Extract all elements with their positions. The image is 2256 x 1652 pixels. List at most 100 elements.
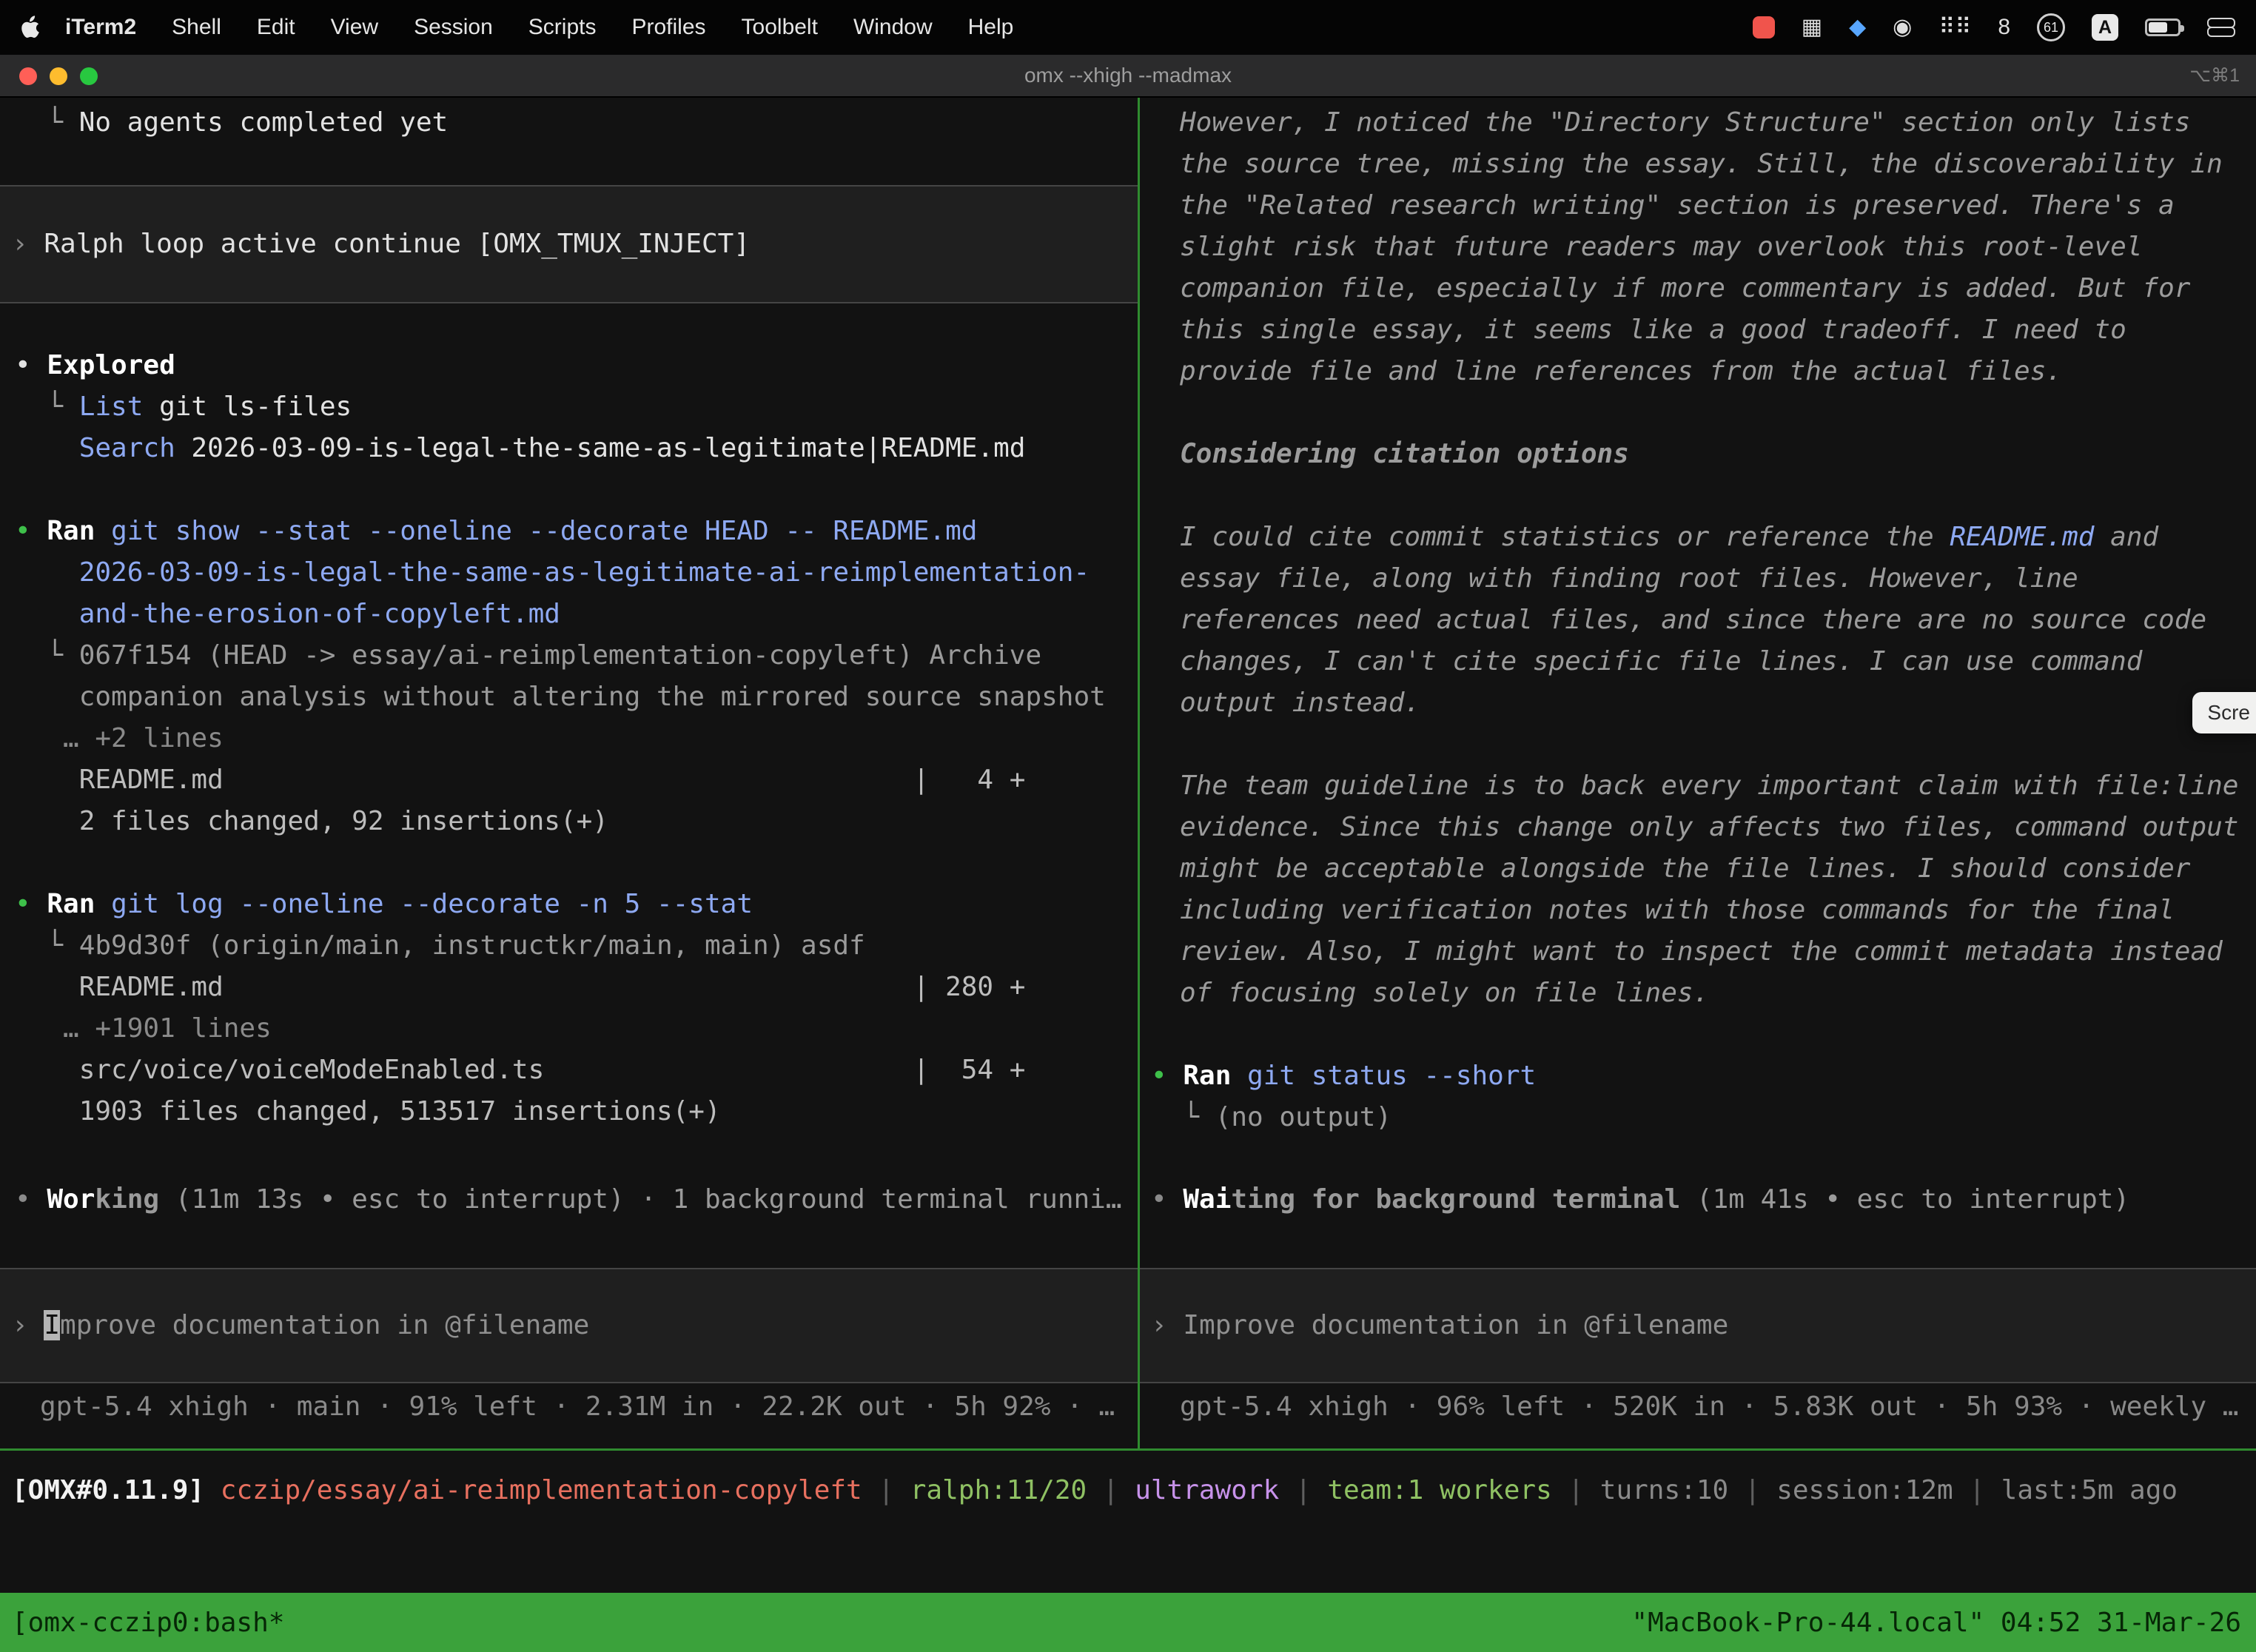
bullet: • [15, 516, 47, 546]
ran-verb: Ran [1183, 1061, 1231, 1091]
readme-link[interactable]: README.md [1950, 522, 2094, 552]
screen-record-icon[interactable] [1753, 16, 1775, 38]
tool-args: 2026-03-09-is-legal-the-same-as-legitima… [175, 433, 1026, 463]
blue-app-icon[interactable]: ◆ [1849, 16, 1866, 38]
menu-item-view[interactable]: View [313, 15, 396, 40]
control-center-icon[interactable] [2207, 18, 2235, 37]
explored-search-line: Search 2026-03-09-is-legal-the-same-as-l… [0, 428, 1138, 469]
window-title-bar[interactable]: omx --xhigh --madmax ⌥⌘1 [0, 55, 2256, 98]
thinking-line: changes, I can't cite specific file line… [1140, 641, 2256, 682]
status-separator-line [0, 1448, 2256, 1451]
thinking-line: slight risk that future readers may over… [1140, 226, 2256, 268]
ran-git-status-header: • Ran git status --short [1140, 1055, 2256, 1097]
bullet: • [15, 350, 47, 380]
window-shortcut-hint: ⌥⌘1 [2189, 64, 2240, 87]
ralph-loop-banner: › Ralph loop active continue [OMX_TMUX_I… [0, 185, 1138, 303]
command-output-line: companion analysis without altering the … [0, 676, 1138, 718]
thinking-line: The team guideline is to back every impo… [1140, 765, 2256, 807]
omx-branch-path: cczip/essay/ai-reimplementation-copyleft [221, 1475, 862, 1505]
working-status-line: • Working (11m 13s • esc to interrupt) ·… [0, 1179, 1138, 1220]
thinking-line: I could cite commit statistics or refere… [1140, 517, 2256, 558]
spinner-word: king [95, 1184, 159, 1215]
command-wrap-line: and-the-erosion-of-copyleft.md [0, 594, 1138, 635]
right-terminal-pane[interactable]: However, I noticed the "Directory Struct… [1140, 98, 2256, 1448]
menu-item-shell[interactable]: Shell [154, 15, 239, 40]
ran-verb: Ran [47, 516, 95, 546]
menu-item-app[interactable]: iTerm2 [47, 15, 154, 40]
spinner-word-bright: Wor [47, 1184, 95, 1215]
menu-item-window[interactable]: Window [836, 15, 950, 40]
diffstat-line: README.md | 4 + [0, 759, 1138, 801]
terminal: └ No agents completed yet › Ralph loop a… [0, 98, 2256, 1652]
omx-last-activity: last:5m ago [2001, 1475, 2178, 1505]
banner-text: Ralph loop active continue [OMX_TMUX_INJ… [44, 229, 750, 259]
close-button[interactable] [19, 67, 37, 85]
ran-git-log-header: • Ran git log --oneline --decorate -n 5 … [0, 884, 1138, 925]
thinking-line: However, I noticed the "Directory Struct… [1140, 102, 2256, 144]
tool-args: git ls-files [143, 392, 352, 422]
explored-title: Explored [47, 350, 175, 380]
zoom-button[interactable] [80, 67, 98, 85]
working-detail: (11m 13s • esc to interrupt) · 1 backgro… [159, 1184, 1121, 1215]
thinking-line: the source tree, missing the essay. Stil… [1140, 144, 2256, 185]
menu-item-scripts[interactable]: Scripts [511, 15, 614, 40]
bullet: • [15, 1184, 47, 1215]
command-text: git log --oneline --decorate -n 5 --stat [95, 889, 753, 919]
omx-turns: turns:10 [1600, 1475, 1728, 1505]
menu-bar: iTerm2 Shell Edit View Session Scripts P… [0, 0, 2256, 55]
agents-summary-text: No agents completed yet [79, 107, 449, 138]
thinking-line: references need actual files, and since … [1140, 600, 2256, 641]
command-output-line: └ 4b9d30f (origin/main, instructkr/main,… [0, 925, 1138, 967]
bullet: • [1151, 1184, 1183, 1215]
input-prompt: › [1151, 1310, 1183, 1340]
menu-item-help[interactable]: Help [950, 15, 1032, 40]
tool-verb-list: List [79, 392, 144, 422]
diffstat-line: src/voice/voiceModeEnabled.ts | 54 + [0, 1050, 1138, 1091]
left-terminal-pane[interactable]: └ No agents completed yet › Ralph loop a… [0, 98, 1138, 1448]
diffstat-line: README.md | 280 + [0, 967, 1138, 1008]
grid-icon[interactable]: ▦ [1802, 16, 1822, 38]
thinking-line: essay file, along with finding root file… [1140, 558, 2256, 600]
percent-badge-icon[interactable]: 61 [2037, 13, 2065, 41]
prompt-input-left[interactable]: › Improve documentation in @filename [0, 1268, 1138, 1383]
thinking-line: of focusing solely on file lines. [1140, 973, 2256, 1014]
battery-icon[interactable] [2145, 19, 2181, 36]
thinking-line: this single essay, it seems like a good … [1140, 309, 2256, 351]
thinking-line: including verification notes with those … [1140, 890, 2256, 931]
screen-capture-tooltip[interactable]: Scre [2192, 692, 2256, 733]
thinking-line: might be acceptable alongside the file l… [1140, 848, 2256, 890]
waiting-detail: (1m 41s • esc to interrupt) [1680, 1184, 2129, 1215]
menu-item-toolbelt[interactable]: Toolbelt [724, 15, 836, 40]
menu-item-edit[interactable]: Edit [239, 15, 313, 40]
menu-item-profiles[interactable]: Profiles [614, 15, 723, 40]
diffstat-summary-line: 1903 files changed, 513517 insertions(+) [0, 1091, 1138, 1132]
command-wrap-line: 2026-03-09-is-legal-the-same-as-legitima… [0, 552, 1138, 594]
apple-menu-icon[interactable] [21, 16, 40, 39]
command-text: git show --stat --oneline --decorate HEA… [95, 516, 977, 546]
minimize-button[interactable] [50, 67, 67, 85]
thinking-line: provide file and line references from th… [1140, 351, 2256, 392]
input-source-badge[interactable]: A [2092, 14, 2118, 41]
keystroke-count-icon[interactable]: 8 [1998, 16, 2010, 38]
diffstat-summary-line: 2 files changed, 92 insertions(+) [0, 801, 1138, 842]
dark-app-icon[interactable]: ◉ [1893, 16, 1912, 38]
tmux-panes: └ No agents completed yet › Ralph loop a… [0, 98, 2256, 1448]
input-text[interactable]: Improve documentation in @filename [1183, 1310, 1728, 1340]
model-status-line: gpt-5.4 xhigh · 96% left · 520K in · 5.8… [1140, 1386, 2256, 1428]
omx-team: team:1 workers [1327, 1475, 1551, 1505]
tmux-host-clock: "MacBook-Pro-44.local" 04:52 31-Mar-26 [1631, 1608, 2241, 1638]
prompt-input-right[interactable]: › Improve documentation in @filename [1140, 1268, 2256, 1383]
omx-mode: ultrawork [1135, 1475, 1279, 1505]
agents-summary-line: └ No agents completed yet [0, 102, 1138, 144]
spinner-word: ting for background terminal [1231, 1184, 1680, 1215]
desktop: iTerm2 Shell Edit View Session Scripts P… [0, 0, 2256, 1652]
waiting-status-line: • Waiting for background terminal (1m 41… [1140, 1179, 2256, 1220]
ran-verb: Ran [47, 889, 95, 919]
thinking-line: evidence. Since this change only affects… [1140, 807, 2256, 848]
dots-grid-icon[interactable]: ⠿⠿ [1938, 16, 1971, 38]
input-text[interactable]: mprove documentation in @filename [60, 1310, 589, 1340]
ran-git-show-header: • Ran git show --stat --oneline --decora… [0, 511, 1138, 552]
explored-list-line: └ List git ls-files [0, 386, 1138, 428]
tmux-session-name: [omx-cczip0:bash* [12, 1608, 284, 1638]
menu-item-session[interactable]: Session [396, 15, 511, 40]
